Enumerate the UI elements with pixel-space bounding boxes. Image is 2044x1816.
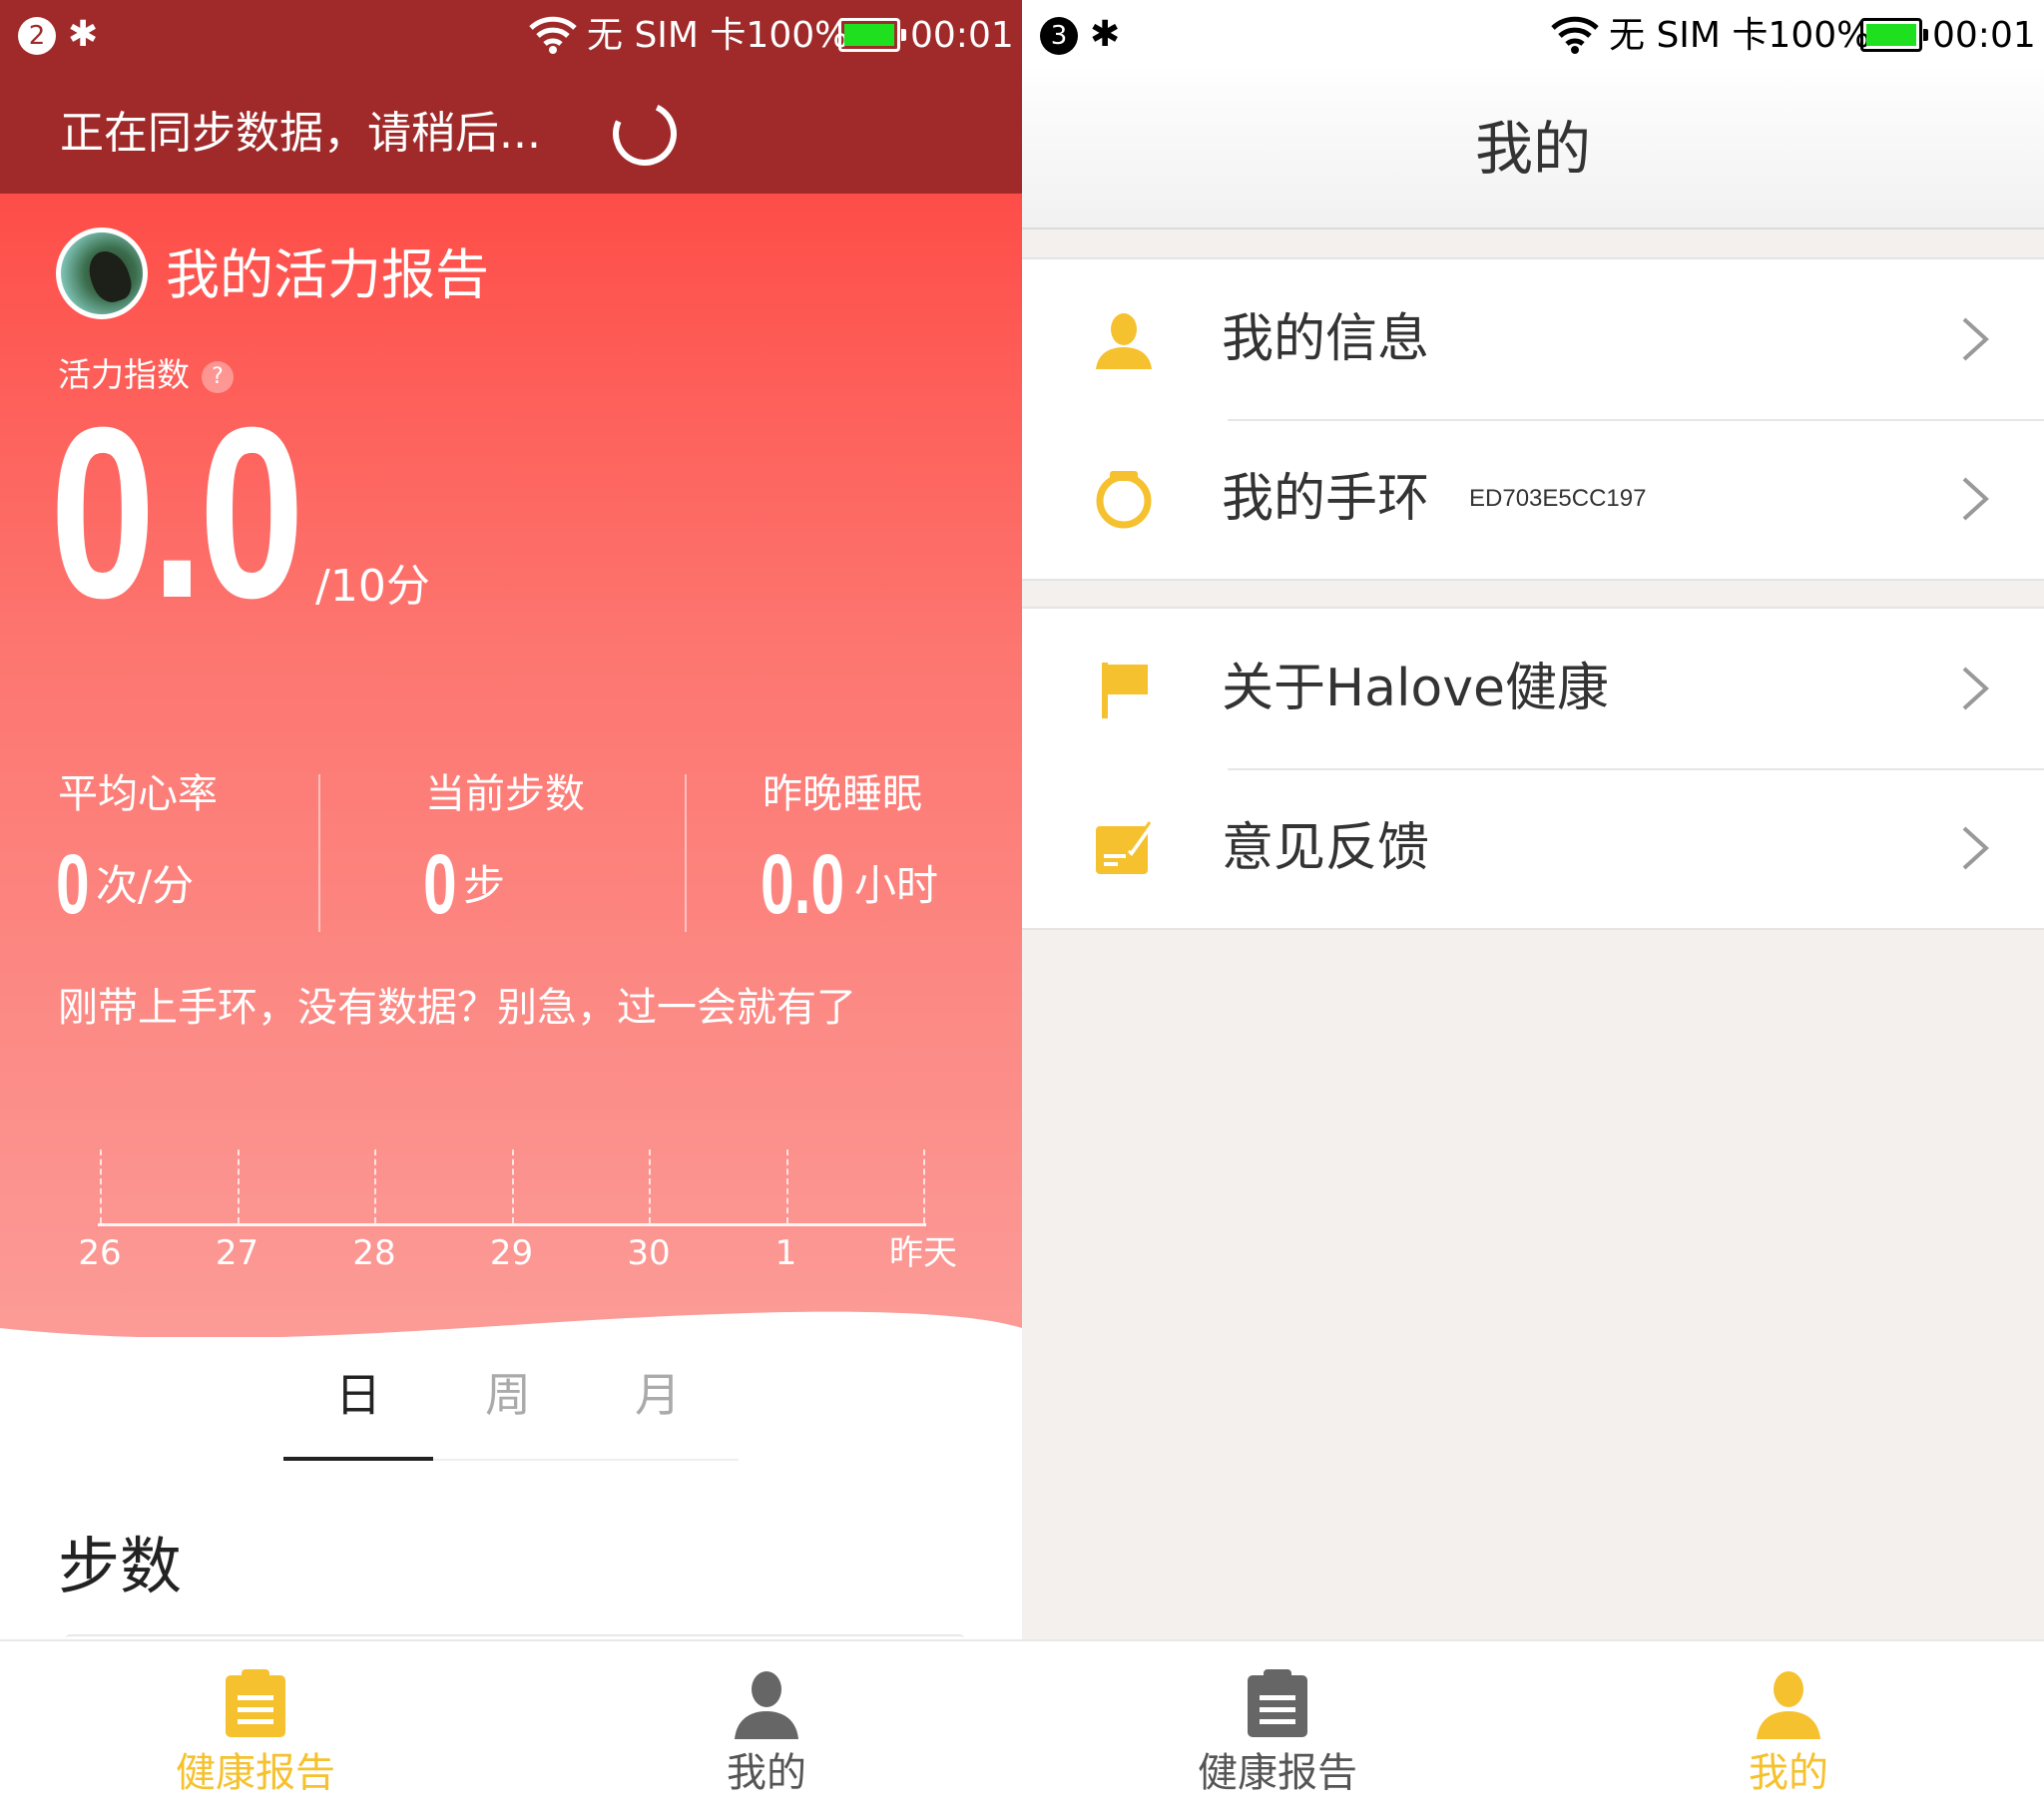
bluetooth-icon: ✱ bbox=[68, 14, 99, 55]
timeline-label[interactable]: 27 bbox=[188, 1231, 287, 1275]
flag-icon bbox=[1102, 663, 1148, 718]
nav-label: 我的 bbox=[1749, 1750, 1828, 1796]
loading-spinner-icon bbox=[603, 92, 687, 176]
mine-screen: 3 ✱ 无 SIM 卡100% 00:01 我的 我的信息 我的手环 ED703… bbox=[1022, 0, 2044, 1816]
period-tabs: 日 周 月 bbox=[283, 1357, 739, 1461]
menu-group-about: 关于Halove健康 意见反馈 bbox=[1022, 607, 2044, 930]
menu-label: 我的信息 bbox=[1222, 309, 1430, 369]
page-header: 我的 bbox=[1022, 70, 2044, 229]
tab-week[interactable]: 周 bbox=[433, 1357, 583, 1459]
timeline-axis bbox=[98, 1223, 926, 1226]
menu-label: 意见反馈 bbox=[1222, 818, 1430, 878]
day-timeline: 26 27 28 29 30 1 昨天 bbox=[0, 194, 1022, 1337]
notification-count-badge: 3 bbox=[1040, 17, 1078, 55]
menu-item-feedback[interactable]: 意见反馈 bbox=[1022, 768, 2044, 928]
timeline-tick bbox=[511, 1149, 514, 1223]
bluetooth-icon: ✱ bbox=[1090, 14, 1121, 55]
tab-month[interactable]: 月 bbox=[583, 1357, 733, 1459]
clipboard-icon bbox=[1248, 1669, 1307, 1737]
status-bar: 2 ✱ 无 SIM 卡100% 00:01 bbox=[0, 0, 1022, 70]
menu-item-my-info[interactable]: 我的信息 bbox=[1022, 259, 2044, 419]
tab-day[interactable]: 日 bbox=[283, 1357, 433, 1461]
clock: 00:01 bbox=[1932, 15, 2036, 56]
battery-icon bbox=[1860, 18, 1928, 52]
nav-mine[interactable]: 我的 bbox=[511, 1641, 1022, 1816]
menu-item-about[interactable]: 关于Halove健康 bbox=[1022, 609, 2044, 768]
nav-label: 健康报告 bbox=[1198, 1750, 1357, 1796]
sim-status: 无 SIM 卡100% bbox=[587, 15, 849, 56]
timeline-tick bbox=[100, 1149, 102, 1223]
chevron-right-icon bbox=[1962, 667, 1989, 710]
feedback-icon bbox=[1096, 821, 1152, 874]
status-bar: 3 ✱ 无 SIM 卡100% 00:01 bbox=[1022, 0, 2044, 70]
wifi-icon bbox=[529, 16, 577, 54]
steps-card bbox=[66, 1634, 964, 1638]
battery-icon bbox=[838, 18, 906, 52]
menu-label: 我的手环 bbox=[1222, 469, 1430, 529]
chevron-right-icon bbox=[1962, 317, 1989, 361]
timeline-tick bbox=[785, 1149, 788, 1223]
person-icon bbox=[1757, 1671, 1820, 1739]
timeline-tick bbox=[649, 1149, 651, 1223]
timeline-label[interactable]: 29 bbox=[462, 1231, 562, 1275]
activity-report-panel: 我的活力报告 活力指数 ? 0.0 /10分 平均心率 0 次/分 当前步数 0… bbox=[0, 194, 1022, 1352]
nav-label: 我的 bbox=[727, 1750, 806, 1796]
bottom-nav: 健康报告 我的 bbox=[1022, 1639, 2044, 1816]
wave-divider bbox=[0, 1311, 1022, 1352]
chevron-right-icon bbox=[1962, 826, 1989, 870]
timeline-label[interactable]: 1 bbox=[737, 1231, 836, 1275]
band-serial: ED703E5CC197 bbox=[1469, 485, 1647, 512]
chevron-right-icon bbox=[1962, 477, 1989, 521]
clipboard-icon bbox=[226, 1669, 285, 1737]
nav-health-report[interactable]: 健康报告 bbox=[1022, 1641, 1533, 1816]
nav-health-report[interactable]: 健康报告 bbox=[0, 1641, 511, 1816]
timeline-tick bbox=[374, 1149, 376, 1223]
timeline-tick bbox=[237, 1149, 240, 1223]
steps-section-title: 步数 bbox=[58, 1530, 183, 1602]
timeline-tick bbox=[923, 1149, 925, 1223]
clock: 00:01 bbox=[910, 15, 1014, 56]
wifi-icon bbox=[1551, 16, 1599, 54]
sync-message: 正在同步数据，请稍后... bbox=[60, 108, 541, 159]
person-icon bbox=[1096, 313, 1152, 369]
timeline-label[interactable]: 28 bbox=[324, 1231, 424, 1275]
health-report-screen: 2 ✱ 无 SIM 卡100% 00:01 正在同步数据，请稍后... 我的活力… bbox=[0, 0, 1022, 1816]
notification-count-badge: 2 bbox=[18, 17, 56, 55]
person-icon bbox=[735, 1671, 798, 1739]
page-title: 我的 bbox=[1474, 115, 1591, 183]
timeline-label[interactable]: 30 bbox=[599, 1231, 699, 1275]
band-icon bbox=[1096, 471, 1152, 529]
sim-status: 无 SIM 卡100% bbox=[1609, 15, 1871, 56]
nav-mine[interactable]: 我的 bbox=[1533, 1641, 2044, 1816]
bottom-nav: 健康报告 我的 bbox=[0, 1639, 1022, 1816]
menu-label: 关于Halove健康 bbox=[1222, 659, 1609, 718]
timeline-label[interactable]: 昨天 bbox=[873, 1231, 973, 1275]
menu-group-account: 我的信息 我的手环 ED703E5CC197 bbox=[1022, 257, 2044, 581]
menu-item-my-band[interactable]: 我的手环 ED703E5CC197 bbox=[1022, 419, 2044, 579]
nav-label: 健康报告 bbox=[176, 1750, 335, 1796]
timeline-label[interactable]: 26 bbox=[50, 1231, 150, 1275]
sync-banner: 正在同步数据，请稍后... bbox=[0, 70, 1022, 194]
